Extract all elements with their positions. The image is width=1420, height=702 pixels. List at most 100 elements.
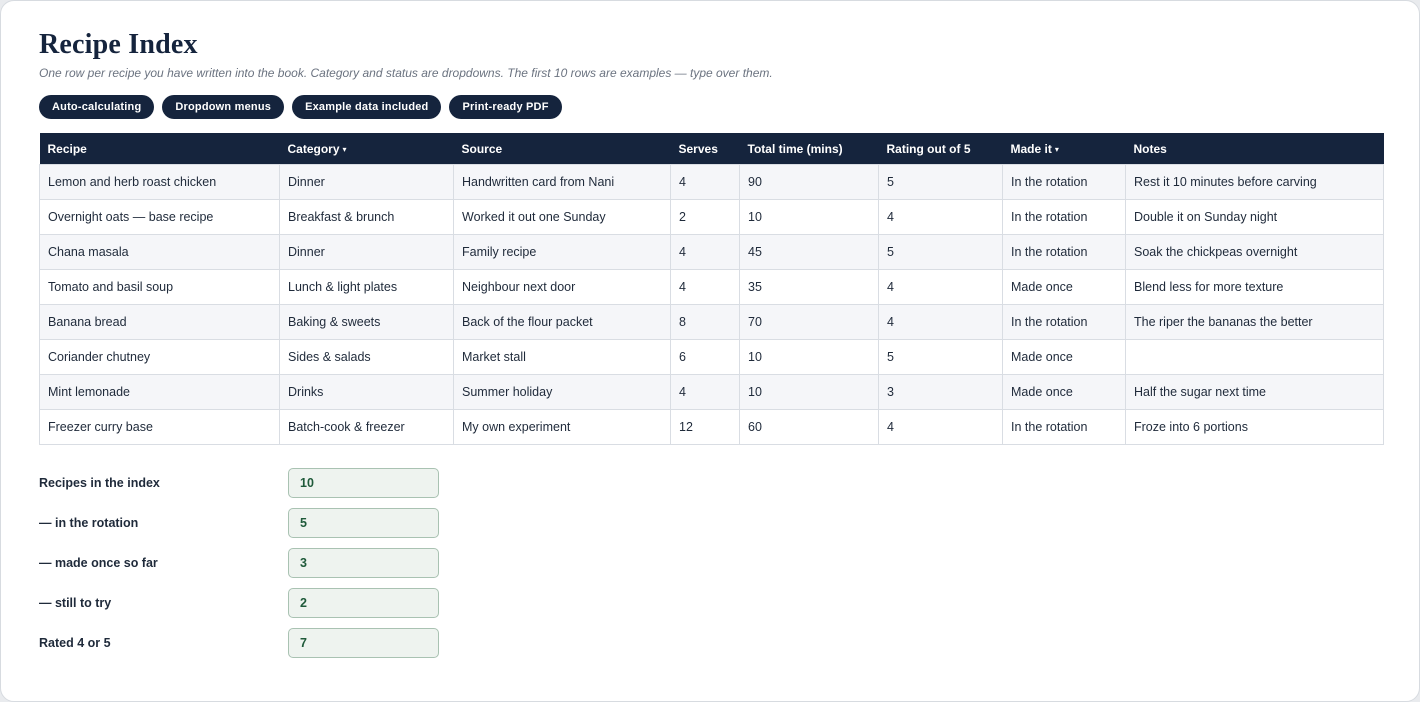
dropdown-caret-icon: ▾ [1054, 144, 1059, 154]
header-category[interactable]: Category ▾ [279, 133, 454, 165]
cell-serves[interactable]: 6 [670, 339, 740, 375]
cell-made-it[interactable]: In the rotation [1002, 304, 1126, 340]
summary-label: — still to try [39, 596, 112, 610]
cell-recipe[interactable]: Banana bread [39, 304, 280, 340]
cell-total-time[interactable]: 35 [739, 269, 879, 305]
cell-serves[interactable]: 2 [670, 199, 740, 235]
cell-source[interactable]: Handwritten card from Nani [453, 164, 671, 200]
cell-notes[interactable] [1125, 339, 1384, 375]
cell-serves[interactable]: 4 [670, 374, 740, 410]
cell-rating[interactable]: 4 [878, 409, 1003, 445]
cell-category[interactable]: Dinner [279, 164, 454, 200]
recipe-table: Recipe Category ▾ Source Serves Total tim… [39, 133, 1384, 445]
header-notes: Notes [1125, 133, 1384, 165]
summary-value-rated-4-or-5: 7 [288, 628, 439, 658]
cell-rating[interactable]: 5 [878, 339, 1003, 375]
cell-made-it[interactable]: In the rotation [1002, 234, 1126, 270]
cell-total-time[interactable]: 60 [739, 409, 879, 445]
cell-source[interactable]: Back of the flour packet [453, 304, 671, 340]
cell-recipe[interactable]: Freezer curry base [39, 409, 280, 445]
cell-source[interactable]: Family recipe [453, 234, 671, 270]
summary-value-made-once: 3 [288, 548, 439, 578]
cell-notes[interactable]: Blend less for more texture [1125, 269, 1384, 305]
header-serves: Serves [670, 133, 740, 165]
cell-serves[interactable]: 4 [670, 269, 740, 305]
summary-label: — in the rotation [39, 516, 139, 530]
cell-serves[interactable]: 4 [670, 164, 740, 200]
cell-total-time[interactable]: 90 [739, 164, 879, 200]
cell-made-it[interactable]: In the rotation [1002, 164, 1126, 200]
pill-example-data: Example data included [292, 95, 442, 119]
cell-rating[interactable]: 3 [878, 374, 1003, 410]
table-row: Tomato and basil soup Lunch & light plat… [39, 269, 1384, 305]
cell-source[interactable]: Worked it out one Sunday [453, 199, 671, 235]
table-row: Mint lemonade Drinks Summer holiday 4 10… [39, 374, 1384, 410]
cell-recipe[interactable]: Chana masala [39, 234, 280, 270]
cell-category[interactable]: Breakfast & brunch [279, 199, 454, 235]
table-row: Lemon and herb roast chicken Dinner Hand… [39, 164, 1384, 200]
table-row: Banana bread Baking & sweets Back of the… [39, 304, 1384, 340]
summary-label: Recipes in the index [39, 476, 160, 490]
cell-source[interactable]: My own experiment [453, 409, 671, 445]
table-row: Freezer curry base Batch-cook & freezer … [39, 409, 1384, 445]
cell-total-time[interactable]: 10 [739, 339, 879, 375]
pill-print-ready-pdf: Print-ready PDF [449, 95, 562, 119]
cell-notes[interactable]: The riper the bananas the better [1125, 304, 1384, 340]
cell-serves[interactable]: 12 [670, 409, 740, 445]
summary-value-still-to-try: 2 [288, 588, 439, 618]
cell-total-time[interactable]: 45 [739, 234, 879, 270]
page-subtitle: One row per recipe you have written into… [39, 66, 773, 80]
cell-notes[interactable]: Soak the chickpeas overnight [1125, 234, 1384, 270]
header-total-time: Total time (mins) [739, 133, 879, 165]
cell-recipe[interactable]: Mint lemonade [39, 374, 280, 410]
cell-serves[interactable]: 4 [670, 234, 740, 270]
recipe-index-sheet: Recipe Index One row per recipe you have… [0, 0, 1420, 702]
pill-auto-calculating: Auto-calculating [39, 95, 155, 119]
pill-dropdown-menus: Dropdown menus [162, 95, 285, 119]
cell-category[interactable]: Dinner [279, 234, 454, 270]
cell-source[interactable]: Neighbour next door [453, 269, 671, 305]
cell-recipe[interactable]: Lemon and herb roast chicken [39, 164, 280, 200]
cell-notes[interactable]: Rest it 10 minutes before carving [1125, 164, 1384, 200]
cell-rating[interactable]: 5 [878, 164, 1003, 200]
cell-made-it[interactable]: Made once [1002, 339, 1126, 375]
cell-serves[interactable]: 8 [670, 304, 740, 340]
cell-made-it[interactable]: Made once [1002, 269, 1126, 305]
table-row: Overnight oats — base recipe Breakfast &… [39, 199, 1384, 235]
cell-recipe[interactable]: Overnight oats — base recipe [39, 199, 280, 235]
header-made-it[interactable]: Made it ▾ [1002, 133, 1126, 165]
header-source: Source [453, 133, 671, 165]
cell-recipe[interactable]: Tomato and basil soup [39, 269, 280, 305]
cell-rating[interactable]: 5 [878, 234, 1003, 270]
cell-made-it[interactable]: In the rotation [1002, 409, 1126, 445]
cell-rating[interactable]: 4 [878, 304, 1003, 340]
cell-source[interactable]: Market stall [453, 339, 671, 375]
cell-made-it[interactable]: In the rotation [1002, 199, 1126, 235]
cell-made-it[interactable]: Made once [1002, 374, 1126, 410]
cell-total-time[interactable]: 10 [739, 199, 879, 235]
cell-total-time[interactable]: 70 [739, 304, 879, 340]
cell-total-time[interactable]: 10 [739, 374, 879, 410]
cell-category[interactable]: Drinks [279, 374, 454, 410]
cell-category[interactable]: Batch-cook & freezer [279, 409, 454, 445]
cell-category[interactable]: Lunch & light plates [279, 269, 454, 305]
page-title: Recipe Index [39, 29, 198, 60]
cell-notes[interactable]: Half the sugar next time [1125, 374, 1384, 410]
table-header-row: Recipe Category ▾ Source Serves Total tim… [39, 133, 1384, 165]
cell-notes[interactable]: Double it on Sunday night [1125, 199, 1384, 235]
cell-source[interactable]: Summer holiday [453, 374, 671, 410]
summary-value-recipes-total: 10 [288, 468, 439, 498]
dropdown-caret-icon: ▾ [342, 144, 347, 154]
summary-value-in-rotation: 5 [288, 508, 439, 538]
table-row: Coriander chutney Sides & salads Market … [39, 339, 1384, 375]
summary-label: Rated 4 or 5 [39, 636, 111, 650]
cell-rating[interactable]: 4 [878, 199, 1003, 235]
cell-notes[interactable]: Froze into 6 portions [1125, 409, 1384, 445]
table-row: Chana masala Dinner Family recipe 4 45 5… [39, 234, 1384, 270]
summary-label: — made once so far [39, 556, 158, 570]
cell-rating[interactable]: 4 [878, 269, 1003, 305]
cell-recipe[interactable]: Coriander chutney [39, 339, 280, 375]
cell-category[interactable]: Baking & sweets [279, 304, 454, 340]
feature-pills: Auto-calculating Dropdown menus Example … [39, 95, 562, 119]
cell-category[interactable]: Sides & salads [279, 339, 454, 375]
